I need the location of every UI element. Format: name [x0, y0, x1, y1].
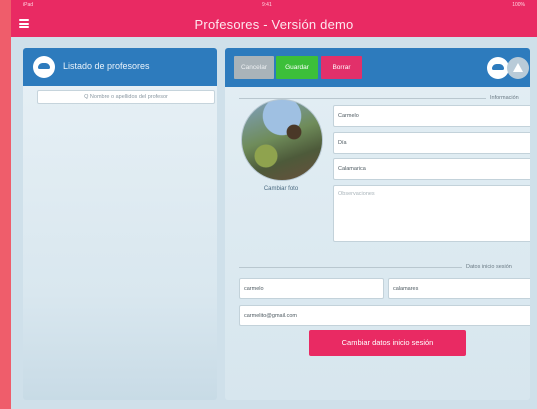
surname-field[interactable]: Calamarica — [333, 158, 530, 180]
change-login-button[interactable]: Cambiar datos inicio sesión — [309, 330, 466, 356]
teacher-avatar[interactable] — [241, 99, 323, 181]
graduation-cap-icon[interactable] — [487, 57, 509, 79]
teachers-list-title: Listado de profesores — [63, 61, 150, 71]
cancel-button[interactable]: Cancelar — [234, 56, 274, 79]
password-field[interactable]: calamares — [388, 278, 530, 299]
name-field[interactable]: Carmelo — [333, 105, 530, 127]
delete-button[interactable]: Borrar — [321, 56, 362, 79]
teachers-list-panel: Listado de profesores Q Nombre o apellid… — [23, 48, 217, 400]
app-title-bar: Profesores - Versión demo — [11, 11, 537, 37]
info-section-label: Información — [490, 95, 519, 101]
detail-toolbar: Cancelar Guardar Borrar — [225, 48, 530, 87]
teacher-search-input[interactable]: Q Nombre o apellidos del profesor — [37, 90, 215, 104]
email-field[interactable]: carmelito@gmail.com — [239, 305, 530, 326]
teacher-detail-panel: Cancelar Guardar Borrar Información Camb… — [225, 48, 530, 400]
clock: 9:41 — [262, 2, 272, 8]
teachers-list-header: Listado de profesores — [23, 48, 217, 86]
username-field[interactable]: carmelo — [239, 278, 384, 299]
notes-textarea[interactable]: Observaciones — [333, 185, 530, 242]
ipad-screen: iPad 9:41 100% Profesores - Versión demo… — [11, 0, 537, 409]
alert-icon[interactable] — [507, 57, 529, 79]
battery-label: 100% — [512, 2, 525, 8]
app-title: Profesores - Versión demo — [194, 17, 354, 32]
save-button[interactable]: Guardar — [276, 56, 318, 79]
change-photo-link[interactable]: Cambiar foto — [241, 186, 321, 192]
graduation-cap-icon[interactable] — [33, 56, 55, 78]
login-section-label: Datos inicio sesión — [466, 264, 512, 270]
login-divider — [239, 267, 462, 268]
day-field[interactable]: Día — [333, 132, 530, 154]
status-bar: iPad 9:41 100% — [11, 0, 537, 11]
carrier-label: iPad — [23, 2, 34, 8]
